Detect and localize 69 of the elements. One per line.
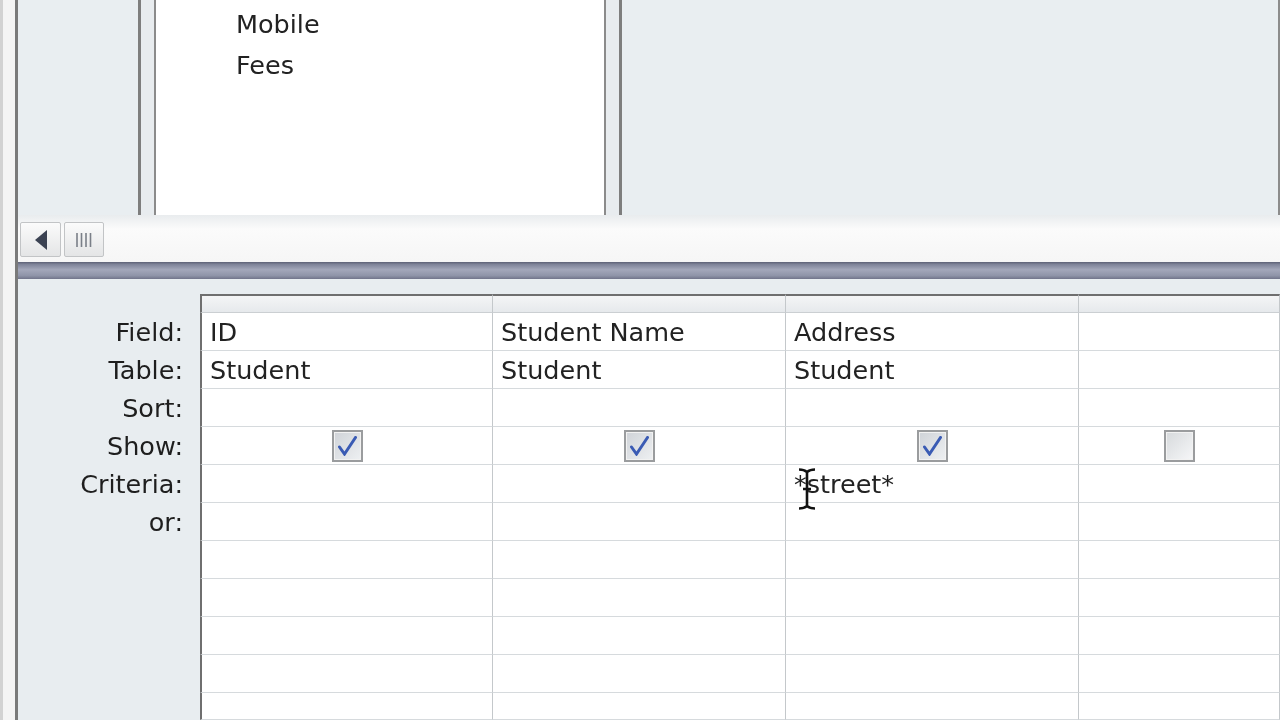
- grid-cell[interactable]: [493, 655, 786, 693]
- grid-cell[interactable]: [1079, 541, 1280, 579]
- grid-cell[interactable]: [200, 465, 493, 503]
- grid-cell[interactable]: [1079, 503, 1280, 541]
- grid-cell[interactable]: [200, 541, 493, 579]
- grid-cell[interactable]: [1079, 351, 1280, 389]
- grid-cell[interactable]: [1079, 655, 1280, 693]
- grid-cell[interactable]: ID: [200, 313, 493, 351]
- grid-cell[interactable]: [200, 579, 493, 617]
- grid-cell[interactable]: [786, 389, 1079, 427]
- grid-cell[interactable]: [493, 465, 786, 503]
- grid-cell[interactable]: [493, 617, 786, 655]
- grid-cell[interactable]: [786, 503, 1079, 541]
- grid-cell[interactable]: [200, 693, 493, 720]
- grid-cell[interactable]: [786, 655, 1079, 693]
- grid-cell[interactable]: [200, 503, 493, 541]
- grid-cell[interactable]: [786, 617, 1079, 655]
- show-checkbox[interactable]: [331, 429, 363, 462]
- grid-cell[interactable]: Student: [200, 351, 493, 389]
- scrollbar-thumb[interactable]: [64, 222, 104, 257]
- field-list-item[interactable]: Mobile: [236, 4, 320, 45]
- field-list-item[interactable]: Fees: [236, 45, 294, 86]
- check-icon: [629, 435, 649, 456]
- grid-cell[interactable]: Student: [786, 351, 1079, 389]
- check-icon: [922, 435, 942, 456]
- scroll-left-button[interactable]: [20, 222, 61, 257]
- grid-cell[interactable]: [1079, 579, 1280, 617]
- grid-cell[interactable]: [200, 389, 493, 427]
- field-list[interactable]: Mobile Fees: [154, 0, 606, 215]
- grid-cell[interactable]: [1079, 617, 1280, 655]
- grid-cell[interactable]: [786, 541, 1079, 579]
- grip-icon: [76, 232, 92, 247]
- grid-cell[interactable]: [786, 427, 1079, 465]
- grid-cell[interactable]: [493, 503, 786, 541]
- grid-cell[interactable]: [493, 541, 786, 579]
- check-icon: [337, 435, 357, 456]
- row-label: Sort:: [122, 393, 183, 423]
- left-arrow-icon: [34, 229, 47, 250]
- show-checkbox[interactable]: [1163, 429, 1195, 462]
- row-label: Show:: [107, 431, 183, 461]
- grid-cell[interactable]: Address: [786, 313, 1079, 351]
- row-label: Criteria:: [80, 469, 183, 499]
- grid-cell[interactable]: [200, 617, 493, 655]
- grid-cell[interactable]: [1079, 389, 1280, 427]
- grid-cell[interactable]: [786, 579, 1079, 617]
- column-selector[interactable]: [1079, 294, 1280, 313]
- grid-cell[interactable]: [1079, 313, 1280, 351]
- row-label: Table:: [108, 355, 183, 385]
- row-label: Field:: [115, 317, 183, 347]
- grid-cell[interactable]: [1079, 465, 1280, 503]
- row-label: or:: [148, 507, 183, 537]
- grid-cell[interactable]: [786, 693, 1079, 720]
- grid-cell[interactable]: [1079, 693, 1280, 720]
- show-checkbox[interactable]: [623, 429, 655, 462]
- grid-cell[interactable]: [493, 427, 786, 465]
- grid-cell[interactable]: Student: [493, 351, 786, 389]
- column-selector[interactable]: [786, 294, 1079, 313]
- grid-cell[interactable]: [493, 579, 786, 617]
- grid-cell[interactable]: [200, 427, 493, 465]
- grid-cell[interactable]: Student Name: [493, 313, 786, 351]
- horizontal-scrollbar[interactable]: [18, 215, 1280, 262]
- splitter-bar[interactable]: [18, 262, 1280, 279]
- column-selector[interactable]: [200, 294, 493, 313]
- show-checkbox[interactable]: [916, 429, 948, 462]
- grid-cell[interactable]: [1079, 427, 1280, 465]
- grid-cell[interactable]: [200, 655, 493, 693]
- column-selector[interactable]: [493, 294, 786, 313]
- grid-cell[interactable]: [493, 389, 786, 427]
- grid-cell[interactable]: [493, 693, 786, 720]
